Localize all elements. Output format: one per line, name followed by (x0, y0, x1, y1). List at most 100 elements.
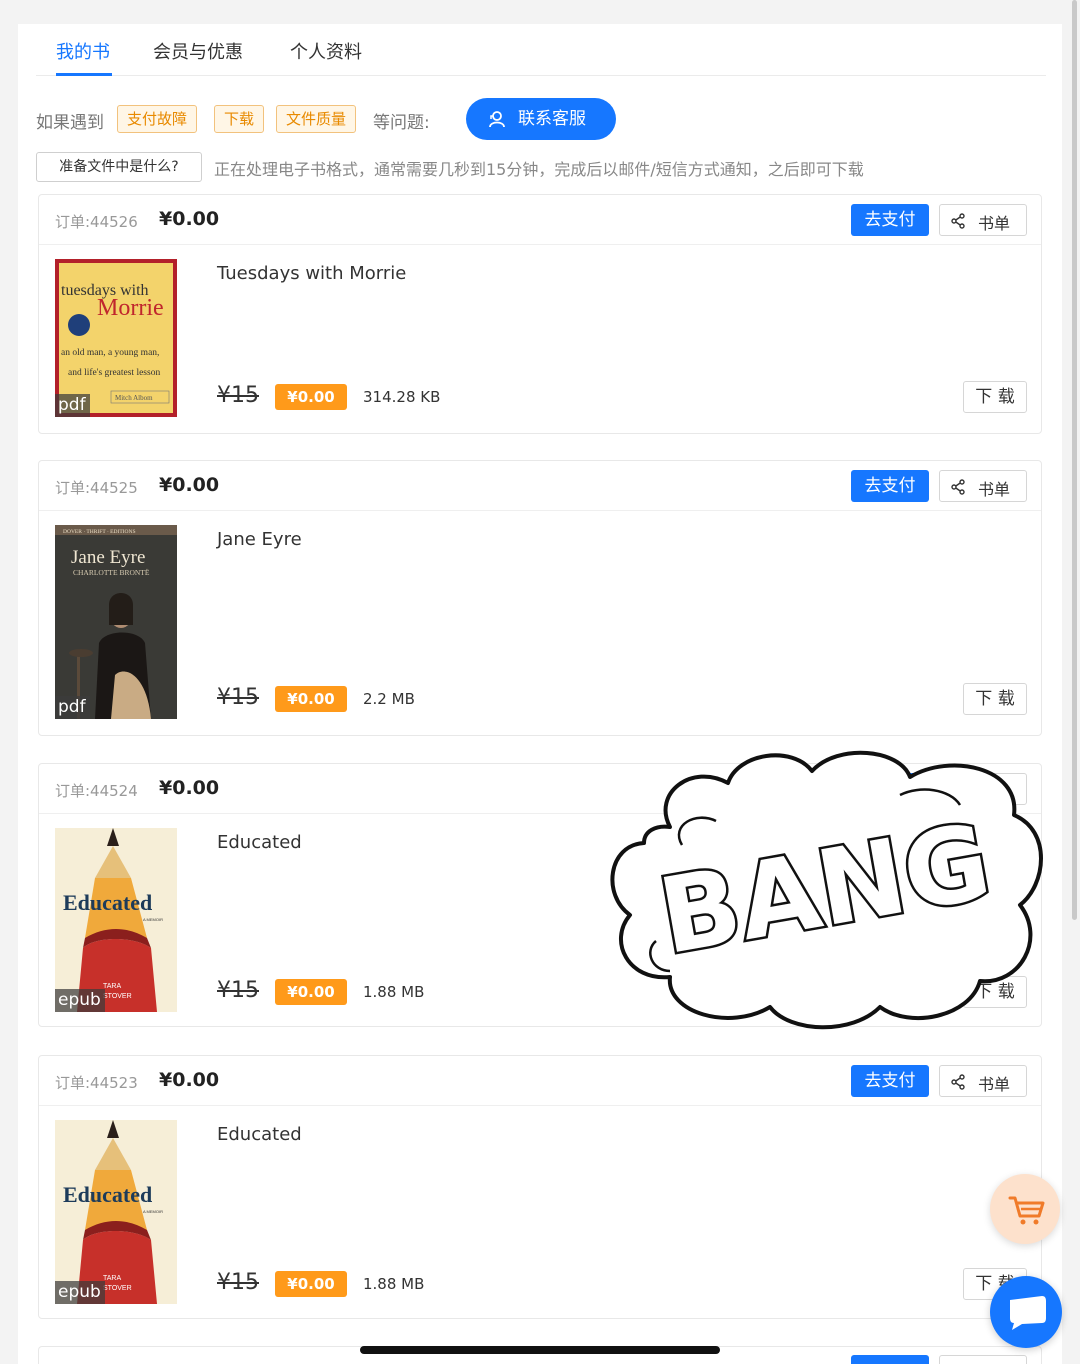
sale-price-badge: ¥0.00 (275, 979, 347, 1005)
order-header: 订单:44526 ¥0.00 去支付 书单 (39, 195, 1041, 245)
cover-line4: and life's greatest lesson (68, 367, 160, 378)
booklist-button[interactable]: 书单 (939, 1065, 1027, 1097)
booklist-label: 书单 (978, 480, 1011, 499)
format-label: pdf (55, 696, 90, 719)
cover-line1: Educated (63, 1182, 152, 1207)
book-title[interactable]: Educated (217, 1124, 302, 1145)
cover-line2: Morrie (97, 295, 164, 321)
pay-button[interactable]: 去支付 (851, 1065, 929, 1097)
cart-button[interactable] (990, 1174, 1060, 1244)
format-label: epub (55, 1281, 105, 1304)
book-cover[interactable]: Educated A MEMOIR TARA STOVER epub (55, 1120, 177, 1304)
original-price: ¥15 (217, 1270, 259, 1295)
book-cover[interactable]: tuesdays with Morrie an old man, a young… (55, 259, 177, 417)
support-notice: 如果遇到 支付故障 下载 文件质量 等问题: 联系客服 (36, 98, 1046, 140)
price-row: ¥15 ¥0.00 314.28 KB (217, 383, 517, 413)
tag-payment-issue[interactable]: 支付故障 (117, 105, 198, 133)
file-size: 1.88 MB (363, 983, 425, 1001)
tab-profile[interactable]: 个人资料 (290, 38, 362, 64)
tag-download[interactable]: 下载 (214, 105, 265, 133)
booklist-button-partial[interactable] (939, 1355, 1027, 1364)
cover-subtitle: A MEMOIR (143, 917, 163, 922)
order-header: 订单:44523 ¥0.00 去支付 书单 (39, 1056, 1041, 1106)
contact-support-button[interactable]: 联系客服 (466, 98, 616, 140)
file-size: 1.88 MB (363, 1275, 425, 1293)
booklist-label: 书单 (978, 1075, 1011, 1094)
tab-membership[interactable]: 会员与优惠 (153, 38, 243, 64)
format-label: pdf (55, 394, 90, 417)
cover-author: CHARLOTTE BRONTË (73, 568, 150, 577)
order-id: 订单:44524 (55, 782, 138, 800)
sale-price-badge: ¥0.00 (275, 1271, 347, 1297)
tag-file-quality[interactable]: 文件质量 (276, 105, 357, 133)
file-size: 2.2 MB (363, 690, 415, 708)
book-title[interactable]: Educated (217, 832, 302, 853)
sale-price-badge: ¥0.00 (275, 686, 347, 712)
tab-bar: 我的书 会员与优惠 个人资料 (36, 24, 1046, 76)
order-header: 订单:44525 ¥0.00 去支付 书单 (39, 461, 1041, 511)
cover-line1: Educated (63, 890, 152, 915)
pay-button[interactable]: 去支付 (851, 204, 929, 236)
cover-author-last: STOVER (103, 993, 132, 1000)
book-title[interactable]: Tuesdays with Morrie (217, 263, 406, 284)
order-total: ¥0.00 (159, 208, 220, 230)
book-title[interactable]: Jane Eyre (217, 529, 302, 550)
order-total: ¥0.00 (159, 474, 220, 496)
contact-support-label: 联系客服 (518, 109, 586, 129)
share-icon (951, 213, 965, 229)
booklist-label: 书单 (978, 214, 1011, 233)
cover-line1: Jane Eyre (71, 547, 145, 568)
book-cover[interactable]: DOVER · THRIFT · EDITIONS Jane Eyre CHAR… (55, 525, 177, 719)
bang-sticker: BANG (610, 750, 1043, 1030)
download-button[interactable]: 下 载 (963, 381, 1027, 413)
book-cover[interactable]: Educated A MEMOIR TARA STOVER epub (55, 828, 177, 1012)
scrollbar[interactable] (1072, 0, 1077, 920)
order-total: ¥0.00 (159, 1069, 220, 1091)
prep-info-text: 正在处理电子书格式，通常需要几秒到15分钟，完成后以邮件/短信方式通知，之后即可… (214, 160, 864, 179)
notice-prefix: 如果遇到 (36, 113, 104, 133)
format-label: epub (55, 989, 105, 1012)
order-id: 订单:44525 (55, 479, 138, 497)
price-row: ¥15 ¥0.00 1.88 MB (217, 978, 517, 1008)
order-card: 订单:44526 ¥0.00 去支付 书单 tuesdays with Morr… (38, 194, 1042, 434)
order-total: ¥0.00 (159, 777, 220, 799)
cover-author-first: TARA (103, 1275, 121, 1282)
cover-subtitle: A MEMOIR (143, 1209, 163, 1214)
cover-author: Mitch Albom (115, 394, 153, 402)
home-indicator (360, 1346, 720, 1354)
cover-image: DOVER · THRIFT · EDITIONS Jane Eyre CHAR… (55, 525, 177, 719)
prep-file-help-button[interactable]: 准备文件中是什么? (36, 152, 202, 182)
booklist-button[interactable]: 书单 (939, 470, 1027, 502)
price-row: ¥15 ¥0.00 2.2 MB (217, 685, 517, 715)
cart-icon (1008, 1196, 1045, 1225)
sale-price-badge: ¥0.00 (275, 384, 347, 410)
user-service-icon (489, 111, 505, 128)
pay-button[interactable]: 去支付 (851, 470, 929, 502)
notice-suffix: 等问题: (373, 113, 430, 133)
booklist-button[interactable]: 书单 (939, 204, 1027, 236)
tab-my-books[interactable]: 我的书 (56, 38, 110, 64)
cover-image: Educated A MEMOIR TARA STOVER (55, 828, 177, 1012)
cover-line3: an old man, a young man, (61, 348, 159, 358)
cover-author-first: TARA (103, 983, 121, 990)
pay-button-partial[interactable] (851, 1355, 929, 1364)
original-price: ¥15 (217, 383, 259, 408)
order-card: 订单:44523 ¥0.00 去支付 书单 Educated A MEMOIR … (38, 1055, 1042, 1319)
order-id: 订单:44526 (55, 213, 138, 231)
download-button[interactable]: 下 载 (963, 683, 1027, 715)
cover-author-last: STOVER (103, 1285, 132, 1292)
cover-series: DOVER · THRIFT · EDITIONS (63, 529, 136, 535)
chat-button[interactable] (990, 1276, 1062, 1348)
active-tab-indicator (56, 73, 112, 76)
chat-icon (1010, 1296, 1046, 1330)
price-row: ¥15 ¥0.00 1.88 MB (217, 1270, 517, 1300)
share-icon (951, 479, 965, 495)
order-id: 订单:44523 (55, 1074, 138, 1092)
original-price: ¥15 (217, 685, 259, 710)
main-panel: 我的书 会员与优惠 个人资料 如果遇到 支付故障 下载 文件质量 等问题: 联系… (18, 24, 1062, 1364)
prep-info-row: 准备文件中是什么? 正在处理电子书格式，通常需要几秒到15分钟，完成后以邮件/短… (36, 152, 1046, 182)
file-size: 314.28 KB (363, 388, 441, 406)
cover-image: Educated A MEMOIR TARA STOVER (55, 1120, 177, 1304)
original-price: ¥15 (217, 978, 259, 1003)
share-icon (951, 1074, 965, 1090)
